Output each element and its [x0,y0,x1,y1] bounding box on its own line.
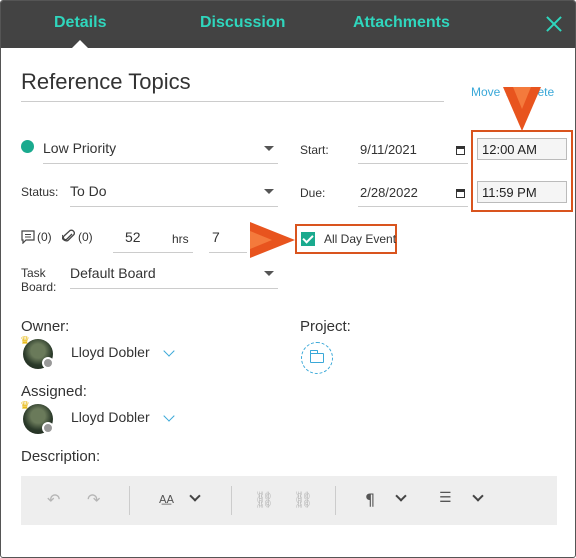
chevron-down-icon[interactable] [264,271,274,276]
start-label: Start: [300,143,329,157]
chevron-down-icon[interactable] [189,490,201,502]
project-label: Project: [300,318,351,335]
dialog-header: Details Discussion Attachments [1,1,575,48]
task-board-label: Task Board: [21,266,57,294]
start-date-underline [358,163,468,164]
priority-underline [43,163,278,164]
comment-icon[interactable] [21,230,36,244]
link-icon[interactable]: ⛓ [254,490,274,509]
tab-attachments[interactable]: Attachments [353,14,450,32]
arrow-pointer-icon [250,222,295,258]
priority-select[interactable]: Low Priority [43,140,116,156]
project-select-button[interactable] [301,342,333,374]
toolbar-divider [129,486,130,515]
task-title[interactable]: Reference Topics [21,69,191,95]
status-dot [42,422,54,434]
assigned-name[interactable]: Lloyd Dobler [71,409,150,425]
chevron-down-icon[interactable] [395,490,407,502]
unlink-icon[interactable]: ⛓ [293,490,313,509]
undo-icon[interactable]: ↶ [47,490,60,509]
attachment-count: (0) [78,230,93,244]
owner-label: Owner: [21,318,70,335]
chevron-down-icon[interactable] [264,189,274,194]
arrow-pointer-icon [503,87,541,131]
toolbar-divider [335,486,336,515]
folder-icon [309,350,324,363]
paperclip-icon[interactable] [62,229,76,244]
comment-count: (0) [37,230,52,244]
close-icon[interactable] [543,13,565,35]
toolbar-divider [231,486,232,515]
minutes-input[interactable]: 7 [212,229,220,245]
all-day-label: All Day Event [324,232,397,246]
hours-unit: hrs [172,232,189,246]
due-date-input[interactable]: 2/28/2022 [360,185,418,200]
chevron-down-icon[interactable] [163,345,175,357]
hours-input[interactable]: 52 [125,229,141,245]
status-dot [42,357,54,369]
task-board-select[interactable]: Default Board [70,265,156,281]
calendar-icon[interactable] [456,189,465,198]
crown-icon: ♛ [20,335,30,347]
font-size-icon[interactable]: A͟A [159,493,174,506]
status-underline [70,206,278,207]
all-day-checkbox[interactable] [301,232,315,246]
owner-name[interactable]: Lloyd Dobler [71,344,150,360]
editor-toolbar: ↶ ↷ A͟A ⛓ ⛓ ¶ ☰ [21,476,557,525]
list-icon[interactable]: ☰ [439,490,452,506]
hours-underline [113,252,193,253]
description-label: Description: [21,448,101,465]
paragraph-icon[interactable]: ¶ [365,490,375,509]
task-board-underline [70,288,278,289]
calendar-icon[interactable] [456,146,465,155]
active-tab-indicator [72,40,88,48]
chevron-down-icon[interactable] [264,146,274,151]
crown-icon: ♛ [20,400,30,412]
chevron-down-icon[interactable] [163,410,175,422]
due-date-underline [358,206,468,207]
chevron-down-icon[interactable] [472,490,484,502]
redo-icon[interactable]: ↷ [87,490,100,509]
tab-discussion[interactable]: Discussion [200,14,285,32]
start-date-input[interactable]: 9/11/2021 [360,142,417,157]
status-select[interactable]: To Do [70,183,107,199]
assigned-label: Assigned: [21,383,87,400]
title-underline [21,101,444,102]
task-details-dialog: Details Discussion Attachments Reference… [0,0,576,558]
status-label: Status: [21,185,59,199]
time-highlight-box [471,130,573,212]
minutes-underline [209,252,247,253]
priority-dot [21,140,34,153]
tab-details[interactable]: Details [54,14,106,32]
due-label: Due: [300,186,326,200]
